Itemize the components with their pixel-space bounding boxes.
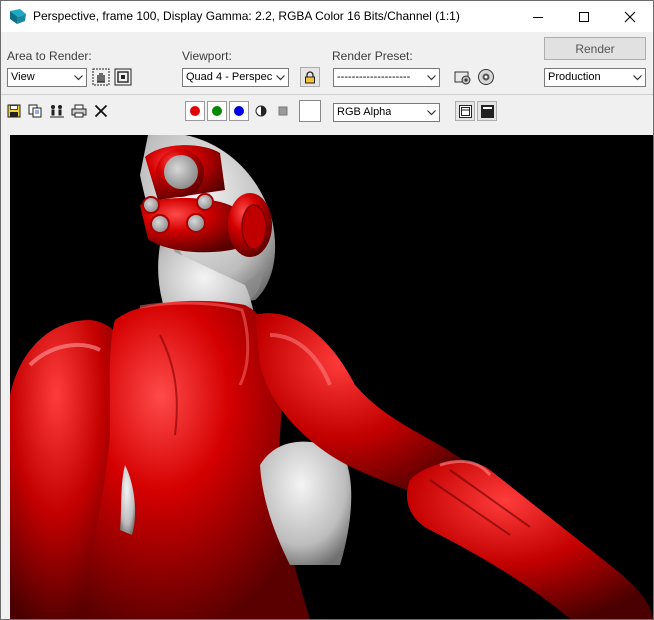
- chevron-down-icon: [427, 110, 436, 116]
- chevron-down-icon: [427, 75, 436, 81]
- dark-panel-icon: [480, 104, 494, 118]
- display-channel-value: RGB Alpha: [337, 106, 392, 118]
- save-image-button[interactable]: [4, 101, 24, 121]
- edit-region-button[interactable]: [91, 67, 111, 87]
- clone-people-icon: [50, 105, 64, 118]
- teapot-render-icon: [478, 69, 494, 85]
- viewport-dropdown[interactable]: Quad 4 - Perspective: [182, 68, 289, 87]
- blue-channel-toggle[interactable]: [229, 101, 249, 121]
- copy-icon: [28, 104, 42, 118]
- panel-overlay-icon: [458, 104, 472, 118]
- clear-color-toggle[interactable]: [273, 101, 293, 121]
- lock-icon: [305, 70, 315, 83]
- print-image-button[interactable]: [69, 101, 89, 121]
- blue-dot-icon: [234, 106, 244, 116]
- red-dot-icon: [190, 106, 200, 116]
- chevron-down-icon: [633, 75, 642, 81]
- toggle-ui-overlay-button[interactable]: [455, 101, 475, 121]
- toggle-ui-button[interactable]: [477, 101, 497, 121]
- 3dsmax-app-icon: [10, 9, 26, 24]
- color-swatch[interactable]: [299, 100, 321, 122]
- viewport-value: Quad 4 - Perspective: [186, 71, 272, 83]
- maximize-icon: [579, 11, 589, 22]
- render-frame-window: Perspective, frame 100, Display Gamma: 2…: [0, 0, 654, 620]
- rendered-image-viewport[interactable]: [10, 135, 653, 619]
- clear-image-button[interactable]: [91, 101, 111, 121]
- region-select-icon: [114, 68, 132, 86]
- copy-image-button[interactable]: [25, 101, 45, 121]
- render-preset-value: --------------------: [337, 71, 411, 83]
- x-clear-icon: [94, 104, 108, 118]
- close-button[interactable]: [607, 1, 653, 32]
- display-channel-dropdown[interactable]: RGB Alpha: [333, 103, 440, 122]
- render-mode-dropdown[interactable]: Production: [544, 68, 646, 87]
- green-channel-toggle[interactable]: [207, 101, 227, 121]
- area-to-render-label: Area to Render:: [7, 49, 92, 63]
- robot-render-image: [10, 135, 653, 619]
- monochrome-toggle[interactable]: [251, 101, 271, 121]
- title-bar: Perspective, frame 100, Display Gamma: 2…: [1, 1, 653, 32]
- area-to-render-dropdown[interactable]: View: [7, 68, 87, 87]
- chevron-down-icon: [74, 75, 83, 81]
- viewport-label: Viewport:: [182, 49, 232, 63]
- render-setup-button[interactable]: [453, 67, 473, 87]
- green-dot-icon: [212, 106, 222, 116]
- gray-square-icon: [278, 106, 288, 116]
- maximize-button[interactable]: [561, 1, 607, 32]
- area-to-render-value: View: [11, 71, 35, 83]
- render-preset-dropdown[interactable]: --------------------: [333, 68, 440, 87]
- close-icon: [624, 11, 636, 22]
- window-title: Perspective, frame 100, Display Gamma: 2…: [33, 9, 460, 23]
- toolbar-separator: [1, 94, 653, 95]
- environment-effects-button[interactable]: [476, 67, 496, 87]
- render-setup-icon: [454, 71, 471, 85]
- minimize-icon: [533, 16, 543, 18]
- printer-icon: [71, 104, 87, 118]
- half-circle-icon: [255, 105, 267, 117]
- clone-window-button[interactable]: [47, 101, 67, 121]
- render-preset-label: Render Preset:: [332, 49, 413, 63]
- hand-region-icon: [92, 68, 110, 86]
- render-mode-value: Production: [548, 71, 601, 83]
- red-channel-toggle[interactable]: [185, 101, 205, 121]
- floppy-save-icon: [7, 104, 21, 118]
- auto-region-button[interactable]: [113, 67, 133, 87]
- render-button[interactable]: Render: [544, 37, 646, 60]
- lock-viewport-button[interactable]: [300, 67, 320, 87]
- chevron-down-icon: [276, 75, 285, 81]
- minimize-button[interactable]: [515, 1, 561, 32]
